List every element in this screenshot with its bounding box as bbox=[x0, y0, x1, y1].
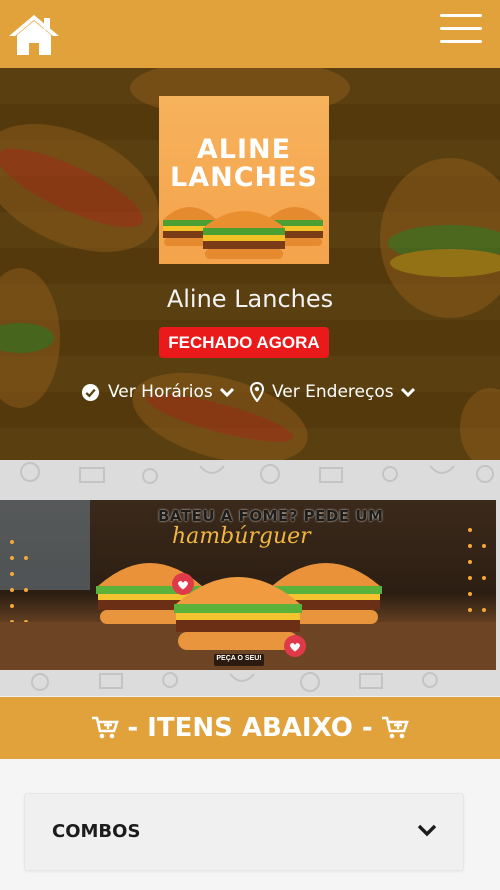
check-circle-icon bbox=[81, 383, 100, 402]
view-addresses-label: Ver Endereços bbox=[272, 382, 394, 402]
menu-bar bbox=[440, 40, 482, 43]
view-addresses-link[interactable]: Ver Endereços bbox=[250, 379, 416, 405]
store-status-badge: FECHADO AGORA bbox=[159, 327, 329, 358]
store-name: Aline Lanches bbox=[166, 285, 334, 313]
location-pin-icon bbox=[250, 382, 264, 402]
category-label: COMBOS bbox=[52, 821, 141, 842]
view-hours-link[interactable]: Ver Horários bbox=[81, 379, 235, 405]
home-button[interactable] bbox=[7, 13, 61, 57]
chevron-down-icon bbox=[219, 386, 235, 398]
cart-add-icon bbox=[381, 716, 409, 740]
home-icon bbox=[9, 15, 59, 55]
chevron-down-icon bbox=[400, 386, 416, 398]
store-logo: ALINE LANCHES bbox=[159, 96, 329, 264]
promo-cta: PEÇA O SEU! bbox=[216, 655, 262, 662]
promo-banner[interactable]: BATEU A FOME? PEDE UM hambúrguer PEÇA O … bbox=[0, 500, 496, 670]
burgers-illustration bbox=[163, 207, 323, 259]
store-info-links: Ver Horários Ver Endereços bbox=[0, 379, 500, 405]
top-bar bbox=[0, 0, 500, 68]
chevron-down-icon bbox=[417, 823, 437, 842]
menu-bar bbox=[440, 14, 482, 17]
items-section-header: - ITENS ABAIXO - bbox=[0, 697, 500, 759]
promo-script-text: hambúrguer bbox=[172, 524, 311, 549]
store-hero: ALINE LANCHES Aline Lanches FECHADO AGOR… bbox=[0, 68, 500, 460]
view-hours-label: Ver Horários bbox=[108, 382, 213, 402]
category-list: COMBOS bbox=[0, 759, 500, 890]
category-combos[interactable]: COMBOS bbox=[24, 793, 464, 871]
logo-text-line-1: ALINE bbox=[196, 134, 292, 165]
hamburger-menu-button[interactable] bbox=[440, 14, 482, 46]
menu-bar bbox=[440, 27, 482, 30]
logo-text-line-2: LANCHES bbox=[170, 162, 318, 193]
items-section-title: - ITENS ABAIXO - bbox=[127, 713, 373, 743]
promo-title: BATEU A FOME? PEDE UM bbox=[158, 507, 384, 525]
cart-add-icon bbox=[91, 716, 120, 740]
